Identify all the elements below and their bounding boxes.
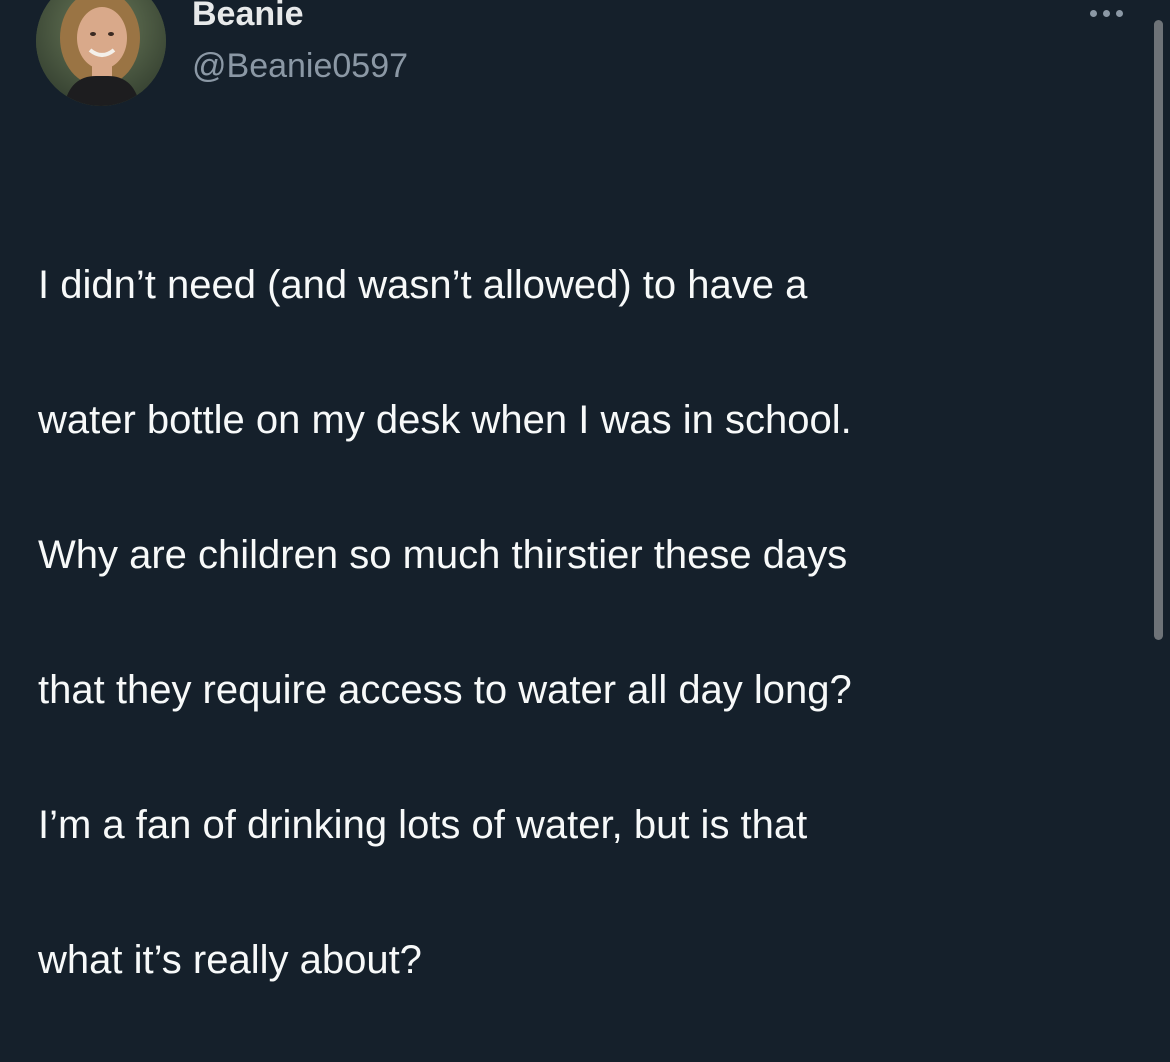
- more-options-button[interactable]: [1080, 0, 1132, 26]
- avatar-photo-icon: [36, 0, 166, 106]
- author-avatar[interactable]: [36, 0, 166, 106]
- author-display-name[interactable]: Beanie: [192, 0, 304, 34]
- tweet-text-line: what it’s really about?: [38, 937, 422, 982]
- more-horizontal-icon: [1115, 9, 1123, 17]
- tweet-card: Beanie @Beanie0597 I didn’t need (and wa…: [0, 0, 1170, 982]
- more-horizontal-icon: [1102, 9, 1110, 17]
- scrollbar[interactable]: [1154, 20, 1163, 640]
- tweet-text-line: that they require access to water all da…: [38, 667, 852, 712]
- more-horizontal-icon: [1089, 9, 1097, 17]
- tweet-text-line: I didn’t need (and wasn’t allowed) to ha…: [38, 262, 808, 307]
- tweet-text-line: water bottle on my desk when I was in sc…: [38, 397, 852, 442]
- author-handle[interactable]: @Beanie0597: [192, 46, 408, 86]
- tweet-text-line: I’m a fan of drinking lots of water, but…: [38, 802, 808, 847]
- tweet-text: I didn’t need (and wasn’t allowed) to ha…: [38, 184, 1118, 1062]
- tweet-text-line: Why are children so much thirstier these…: [38, 532, 848, 577]
